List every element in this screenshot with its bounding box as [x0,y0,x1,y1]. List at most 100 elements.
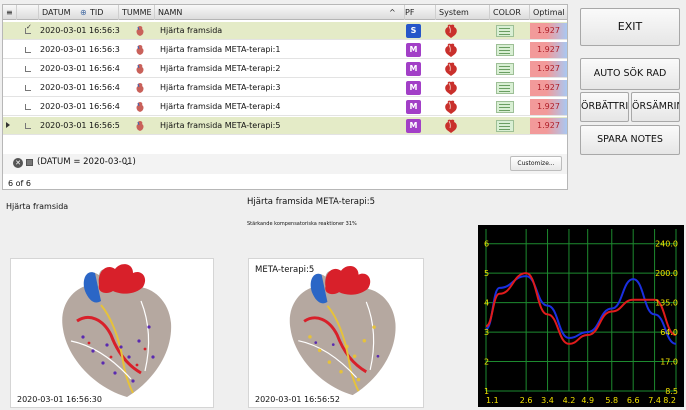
x-tick-label: 5.8 [605,396,618,405]
heart-system-icon [445,119,457,133]
forsamring-button[interactable]: ÖRSÄMRIN [631,92,680,122]
series-line-0 [485,275,677,345]
name-cell: Hjärta framsida META-terapi:3 [160,83,281,92]
heart-thumbnail-icon [136,102,144,112]
name-cell: Hjärta framsida META-terapi:2 [160,64,281,73]
color-swatch-icon [496,63,514,75]
y-tick-label-left: 1 [484,387,489,396]
results-grid: ≡ DATUM ⊕ TID TUMME NAMN ^ PF System COL… [2,4,568,190]
heart-system-icon [445,81,457,95]
pf-badge: M [406,81,421,95]
table-row[interactable]: 2020-03-01 16:56:4 Hjärta framsida META-t… [3,79,567,97]
y-tick-label-right: 64.0 [660,328,678,337]
datetime-cell: 2020-03-01 16:56:4 [40,102,120,111]
heart-image-panel-left: 2020-03-01 16:56:30 [10,258,214,408]
table-row[interactable]: 2020-03-01 16:56:3 Hjärta framsida META-t… [3,41,567,59]
row-checkbox[interactable] [25,123,31,129]
heart-thumbnail-icon [136,121,144,131]
color-swatch-icon [496,101,514,113]
datetime-cell: 2020-03-01 16:56:4 [40,64,120,73]
close-filter-icon[interactable]: ✕ [13,158,23,168]
pf-badge: S [406,24,421,38]
y-tick-label-left: 5 [484,269,489,278]
y-tick-label-left: 6 [484,240,489,249]
x-tick-label: 6.6 [627,396,640,405]
optimal-cell: 1.927 [530,42,567,58]
color-swatch-icon [496,25,514,37]
datetime-cell: 2020-03-01 16:56:3 [40,26,120,35]
optimal-cell: 1.927 [530,118,567,134]
row-checkbox[interactable] [25,85,31,91]
heart-thumbnail-icon [136,26,144,36]
y-tick-label-left: 2 [484,358,489,367]
filter-checkbox[interactable] [26,159,33,166]
name-cell: Hjärta framsida [160,26,223,35]
middle-panel-timestamp: 2020-03-01 16:56:52 [255,395,340,404]
pf-badge: M [406,43,421,57]
row-checkbox[interactable] [25,66,31,72]
chevron-down-icon[interactable]: ⌄ [122,158,132,168]
heart-illustration [289,265,396,396]
left-panel-timestamp: 2020-03-01 16:56:30 [17,395,102,404]
heart-system-icon [445,100,457,114]
column-header-color[interactable]: COLOR [490,5,530,20]
name-cell: Hjärta framsida META-terapi:5 [160,121,281,130]
auto-sok-rad-button[interactable]: AUTO SÖK RAD [580,58,680,90]
x-tick-label: 8.2 [663,396,676,405]
column-header-optimal[interactable]: Optimal S [530,5,567,20]
grid-header: ≡ DATUM ⊕ TID TUMME NAMN ^ PF System COL… [3,5,567,20]
middle-panel-title: Hjärta framsida META-terapi:5 [247,197,375,207]
color-swatch-icon [496,44,514,56]
record-count: 6 of 6 [8,179,31,188]
column-header-tumme[interactable]: TUMME [119,5,155,20]
heart-system-icon [445,62,457,76]
row-checkbox[interactable] [25,23,32,34]
datetime-cell: 2020-03-01 16:56:5 [40,121,120,130]
sort-up-icon: ^ [389,8,396,17]
heart-illustration [62,264,172,397]
heart-thumbnail-icon [136,45,144,55]
current-row-indicator [6,122,10,128]
column-header-namn[interactable]: NAMN [155,5,405,20]
exit-button[interactable]: EXIT [580,8,680,46]
customize-button[interactable]: Customize... [510,156,562,171]
y-tick-label-right: 8.5 [665,387,678,396]
filter-bar: ✕ (DATUM = 2020-03-01) ⌄ Customize... [3,154,567,174]
name-cell: Hjärta framsida META-terapi:1 [160,45,281,54]
datetime-cell: 2020-03-01 16:56:4 [40,83,120,92]
x-tick-label: 2.6 [520,396,533,405]
row-selector-header[interactable]: ≡ [3,5,17,20]
column-header-tid[interactable]: TID [87,5,119,20]
column-header-system[interactable]: System [436,5,490,20]
table-row[interactable]: 2020-03-01 16:56:4 Hjärta framsida META-t… [3,98,567,116]
forbattring-button[interactable]: ÖRBÄTTRIN [580,92,629,122]
pf-badge: M [406,100,421,114]
table-row[interactable]: 2020-03-01 16:56:5 Hjärta framsida META-t… [3,117,567,135]
name-cell: Hjärta framsida META-terapi:4 [160,102,281,111]
column-header-pf[interactable]: PF [402,5,436,20]
table-row[interactable]: 2020-03-01 16:56:4 Hjärta framsida META-t… [3,60,567,78]
pf-badge: M [406,119,421,133]
color-swatch-icon [496,120,514,132]
table-row[interactable]: 2020-03-01 16:56:3 Hjärta framsida S 1.927 [3,22,567,40]
row-checkbox[interactable] [25,47,31,53]
optimal-cell: 1.927 [530,99,567,115]
x-tick-label: 4.9 [581,396,594,405]
heart-image-panel-middle: META-terapi:5 2020-03-01 16:56:52 [248,258,424,408]
optimal-cell: 1.927 [530,61,567,77]
heart-system-icon [445,43,457,57]
y-tick-label-right: 200.0 [655,269,678,278]
middle-panel-subtitle: Stärkande kompensatoriska reaktioner 31% [247,221,357,227]
heart-thumbnail-icon [136,64,144,74]
optimal-cell: 1.927 [530,23,567,39]
y-tick-label-left: 3 [484,328,489,337]
line-chart: 6 5 4 3 2 1 240.0 200.0 135.0 64.0 17.0 8.5 1.1 2.6 3.… [478,225,684,407]
y-tick-label-right: 17.0 [660,358,678,367]
y-tick-label-left: 4 [484,299,489,308]
checkbox-column-header[interactable] [17,5,39,20]
row-checkbox[interactable] [25,104,31,110]
x-tick-label: 3.4 [541,396,554,405]
spara-notes-button[interactable]: SPARA NOTES [580,125,680,155]
y-tick-label-right: 240.0 [655,240,678,249]
color-swatch-icon [496,82,514,94]
